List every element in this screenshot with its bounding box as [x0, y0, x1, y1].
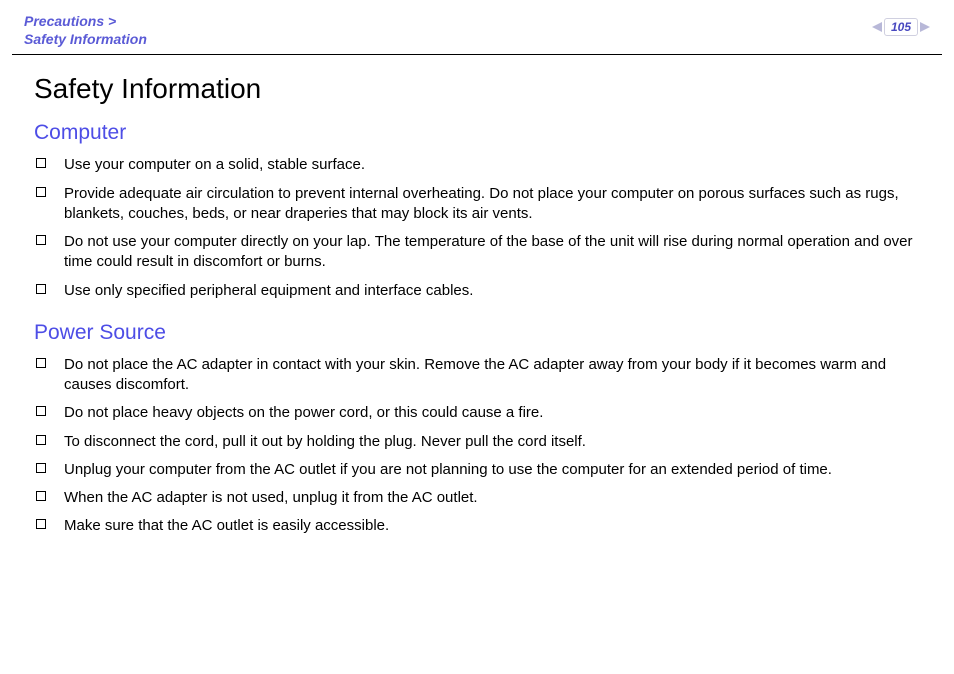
list-item: Provide adequate air circulation to prev…	[34, 180, 920, 229]
bullet-icon	[36, 284, 46, 294]
bullet-icon	[36, 463, 46, 473]
list-item: When the AC adapter is not used, unplug …	[34, 484, 920, 512]
bullet-icon	[36, 519, 46, 529]
next-page-icon[interactable]	[920, 22, 930, 32]
section-heading-power: Power Source	[34, 321, 920, 345]
list-item-text: Do not place heavy objects on the power …	[64, 404, 543, 421]
list-item-text: Do not place the AC adapter in contact w…	[64, 356, 886, 393]
list-item: Use your computer on a solid, stable sur…	[34, 151, 920, 179]
list-item: Unplug your computer from the AC outlet …	[34, 456, 920, 484]
bullet-list-computer: Use your computer on a solid, stable sur…	[34, 151, 920, 305]
list-item-text: Unplug your computer from the AC outlet …	[64, 461, 832, 478]
bullet-icon	[36, 158, 46, 168]
list-item: Make sure that the AC outlet is easily a…	[34, 512, 920, 540]
list-item: Use only specified peripheral equipment …	[34, 277, 920, 305]
list-item: Do not use your computer directly on you…	[34, 228, 920, 277]
breadcrumb-line2: Safety Information	[24, 30, 147, 48]
breadcrumb-line1: Precautions >	[24, 12, 147, 30]
document-page: Precautions > Safety Information 105 Saf…	[0, 0, 954, 674]
list-item-text: Use only specified peripheral equipment …	[64, 282, 473, 299]
page-title: Safety Information	[34, 73, 920, 105]
bullet-icon	[36, 358, 46, 368]
page-content: Safety Information Computer Use your com…	[0, 55, 954, 540]
page-number: 105	[884, 18, 918, 36]
list-item-text: When the AC adapter is not used, unplug …	[64, 489, 478, 506]
bullet-icon	[36, 435, 46, 445]
page-number-nav: 105	[872, 18, 930, 36]
list-item-text: Do not use your computer directly on you…	[64, 233, 913, 270]
bullet-list-power: Do not place the AC adapter in contact w…	[34, 351, 920, 541]
list-item: To disconnect the cord, pull it out by h…	[34, 428, 920, 456]
bullet-icon	[36, 406, 46, 416]
prev-page-icon[interactable]	[872, 22, 882, 32]
breadcrumb: Precautions > Safety Information	[24, 12, 147, 48]
list-item-text: Make sure that the AC outlet is easily a…	[64, 517, 389, 534]
bullet-icon	[36, 235, 46, 245]
list-item: Do not place heavy objects on the power …	[34, 399, 920, 427]
list-item: Do not place the AC adapter in contact w…	[34, 351, 920, 400]
list-item-text: Provide adequate air circulation to prev…	[64, 185, 899, 222]
page-header: Precautions > Safety Information 105	[0, 0, 954, 54]
list-item-text: To disconnect the cord, pull it out by h…	[64, 433, 586, 450]
section-heading-computer: Computer	[34, 121, 920, 145]
bullet-icon	[36, 187, 46, 197]
list-item-text: Use your computer on a solid, stable sur…	[64, 156, 365, 173]
bullet-icon	[36, 491, 46, 501]
